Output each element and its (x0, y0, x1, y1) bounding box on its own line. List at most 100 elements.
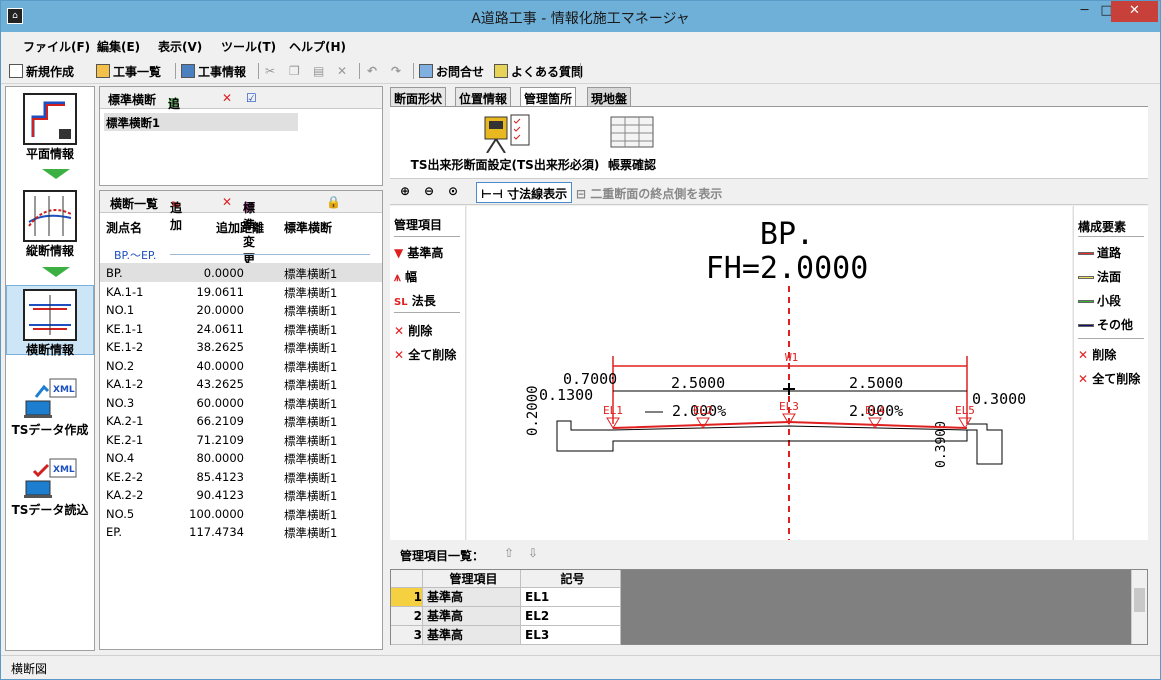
menu-view[interactable]: 表示(V) (158, 38, 202, 55)
delete-cross-button[interactable]: ✕ (222, 195, 232, 209)
col-station[interactable]: 測点名 (106, 219, 142, 236)
mgmt-elevation-button[interactable]: ▼ 基準高 (394, 244, 443, 261)
mgmt-slope-length-button[interactable]: SL 法長 (394, 292, 436, 309)
table-row[interactable]: NO.1 20.0000 標準横断1 (100, 300, 382, 319)
nav-ts-read[interactable]: XML TSデータ読込 (8, 457, 92, 518)
move-down-button[interactable]: ⇩ (528, 546, 538, 560)
tab-position[interactable]: 位置情報 (455, 87, 512, 107)
svg-text:XML: XML (53, 465, 75, 475)
table-row[interactable]: KA.1-2 43.2625 標準横断1 (100, 374, 382, 393)
menu-help[interactable]: ヘルプ(H) (289, 38, 346, 55)
tab-ground[interactable]: 現地盤 (587, 87, 632, 107)
menu-edit[interactable]: 編集(E) (97, 38, 140, 55)
faq-button[interactable]: よくある質問 (494, 62, 583, 80)
move-up-button[interactable]: ⇧ (504, 546, 514, 560)
nav-plan[interactable]: 平面情報 (8, 93, 92, 162)
cross-section-canvas[interactable]: BP. FH=2.0000 W1 2.5000 2.5000 0.7000 0.… (467, 206, 1072, 540)
legend-delete-all-button[interactable]: ✕ 全て削除 (1078, 370, 1140, 387)
delete-standard-button[interactable]: ✕ (222, 91, 232, 105)
table-row[interactable]: KA.2-2 90.4123 標準横断1 (100, 485, 382, 504)
standard-cross-item[interactable]: 標準横断1 (104, 113, 298, 131)
grid-row-number[interactable]: 1 (391, 588, 423, 607)
project-list-button[interactable]: 工事一覧 (96, 62, 161, 80)
grid-cell-symbol[interactable]: EL2 (521, 607, 621, 626)
table-row[interactable]: NO.3 60.0000 標準横断1 (100, 393, 382, 412)
row-station: KE.2-1 (106, 432, 144, 447)
menu-bar: ファイル(F) 編集(E) 表示(V) ツール(T) ヘルプ(H) (1, 32, 1160, 58)
table-row[interactable]: NO.4 80.0000 標準横断1 (100, 448, 382, 467)
dimension-display-button[interactable]: ⊢⊣ 寸法線表示 (476, 182, 573, 203)
tab-management[interactable]: 管理箇所 (520, 87, 577, 107)
nav-ts-create[interactable]: XML TSデータ作成 (8, 377, 92, 438)
table-row[interactable]: EP. 117.4734 標準横断1 (100, 522, 382, 541)
nav-cross[interactable]: 横断情報 (8, 289, 92, 358)
zoom-out-button[interactable]: ⊖ (424, 184, 434, 198)
mgmt-delete-all-button[interactable]: ✕ 全て削除 (394, 346, 456, 363)
mgmt-width-button[interactable]: ⩚ 幅 (394, 268, 417, 285)
col-standard[interactable]: 標準横断 (284, 219, 332, 236)
zoom-in-button[interactable]: ⊕ (400, 184, 410, 198)
table-row[interactable]: NO.5 100.0000 標準横断1 (100, 504, 382, 523)
undo-button[interactable]: ↶ (367, 62, 377, 80)
grid-col-item[interactable]: 管理項目 (423, 570, 521, 588)
delete-icon: ✕ (1078, 348, 1089, 362)
cut-button[interactable]: ✂ (265, 62, 275, 80)
mgmt-grid-title: 管理項目一覧： (400, 549, 485, 563)
menu-file[interactable]: ファイル(F) (23, 38, 90, 55)
standard-cross-panel: 標準横断 ▦ 追加 ✕ ☑ 標準横断1 (99, 86, 383, 186)
svg-text:EL3: EL3 (779, 400, 799, 413)
xml-import-icon: XML (8, 457, 92, 501)
grid-col-symbol[interactable]: 記号 (521, 570, 621, 588)
dim-02: 0.2000 (525, 385, 541, 436)
nav-profile[interactable]: 縦断情報 (8, 190, 92, 259)
table-row[interactable]: KE.1-2 38.2625 標準横断1 (100, 337, 382, 356)
row-distance: 60.0000 (196, 395, 244, 410)
row-distance: 71.2109 (196, 432, 244, 447)
zoom-fit-button[interactable]: ⊙ (448, 184, 458, 198)
cross-section-icon (23, 289, 77, 341)
dim-left: 2.5000 (671, 374, 725, 392)
legend-delete-button[interactable]: ✕ 削除 (1078, 346, 1116, 363)
delete-button[interactable]: ✕ (337, 62, 347, 80)
grid-cell-symbol[interactable]: EL3 (521, 626, 621, 645)
lock-icon[interactable]: 🔒 (326, 195, 341, 209)
menu-tools[interactable]: ツール(T) (221, 38, 276, 55)
col-distance[interactable]: 追加距離 (216, 219, 264, 236)
main-toolbar: 新規作成 工事一覧 工事情報 ✂ ❐ ▤ ✕ ↶ ↷ お問合せ よくある質問 (1, 58, 1160, 84)
grid-cell-symbol[interactable]: EL1 (521, 588, 621, 607)
redo-button[interactable]: ↷ (391, 62, 401, 80)
table-row[interactable]: KA.2-1 66.2109 標準横断1 (100, 411, 382, 430)
edit-standard-button[interactable]: ☑ (246, 91, 257, 105)
table-row[interactable]: KE.2-1 71.2109 標準横断1 (100, 430, 382, 449)
slope-length-icon: SL (394, 297, 408, 308)
row-distance: 20.0000 (196, 303, 244, 317)
svg-text:EL4: EL4 (865, 404, 885, 417)
table-row[interactable]: KA.1-1 19.0611 標準横断1 (100, 282, 382, 301)
new-project-button[interactable]: 新規作成 (9, 62, 74, 80)
grid-row-number[interactable]: 2 (391, 607, 423, 626)
double-section-button[interactable]: ⊟ 二重断面の終点側を表示 (576, 185, 722, 202)
grid-row-number[interactable]: 3 (391, 626, 423, 645)
table-row[interactable]: BP. 0.0000 標準横断1 (100, 263, 382, 282)
grid-scrollbar[interactable] (1131, 570, 1147, 644)
grid-cell-item[interactable]: 基準高 (423, 588, 521, 607)
table-row[interactable]: NO.2 40.0000 標準横断1 (100, 356, 382, 375)
profile-icon (23, 190, 77, 242)
mgmt-delete-button[interactable]: ✕ 削除 (394, 322, 432, 339)
grid-cell-item[interactable]: 基準高 (423, 607, 521, 626)
paste-button[interactable]: ▤ (313, 62, 324, 80)
close-button[interactable]: ✕ (1111, 1, 1158, 22)
ts-setting-button[interactable]: TS出来形断面設定(TS出来形必須) (390, 111, 620, 177)
project-info-button[interactable]: 工事情報 (181, 62, 246, 80)
row-distance: 100.0000 (189, 506, 244, 521)
title-bar: ⌂ A道路工事 - 情報化施工マネージャ ─ □ ✕ (1, 1, 1160, 32)
row-station: NO.5 (106, 506, 135, 521)
table-row[interactable]: KE.1-1 24.0611 標準横断1 (100, 319, 382, 338)
table-row[interactable]: KE.2-2 85.4123 標準横断1 (100, 467, 382, 486)
contact-button[interactable]: お問合せ (419, 62, 484, 80)
report-icon (610, 116, 654, 148)
report-button[interactable]: 帳票確認 (602, 111, 662, 177)
copy-button[interactable]: ❐ (289, 62, 300, 80)
tab-shape[interactable]: 断面形状 (390, 87, 447, 107)
grid-cell-item[interactable]: 基準高 (423, 626, 521, 645)
